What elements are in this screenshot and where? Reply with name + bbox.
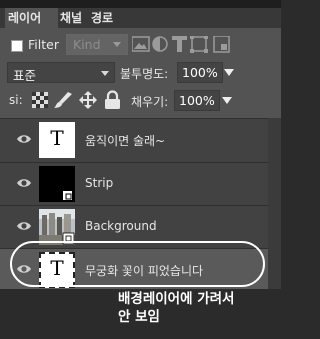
kind-dropdown[interactable]: Kind bbox=[66, 34, 128, 55]
blend-mode-value: 표준 bbox=[13, 68, 37, 83]
highlight-oval bbox=[10, 241, 265, 287]
layers-options-panel: Filter Kind 표준 불투명도: 100% si: 채우기: 100% bbox=[0, 28, 281, 118]
filter-icons bbox=[132, 36, 230, 53]
panel-tabs: 레이어 채널 경로 bbox=[0, 8, 281, 28]
panel-top-edge bbox=[0, 0, 281, 8]
lock-all-icon[interactable] bbox=[105, 90, 120, 110]
type-icon[interactable] bbox=[172, 36, 187, 52]
lock-transparent-icon[interactable] bbox=[32, 92, 48, 108]
tab-channels[interactable]: 채널 bbox=[60, 8, 92, 28]
shape-icon[interactable] bbox=[190, 36, 208, 53]
opacity-value: 100% bbox=[182, 65, 218, 80]
lock-label: si: bbox=[9, 93, 23, 107]
opacity-slider-toggle-icon[interactable] bbox=[224, 69, 234, 76]
opacity-input[interactable]: 100% bbox=[177, 62, 223, 83]
tab-paths[interactable]: 경로 bbox=[91, 8, 125, 28]
lock-paint-icon[interactable] bbox=[54, 92, 72, 108]
blend-mode-dropdown[interactable]: 표준 bbox=[7, 62, 115, 83]
chevron-down-icon bbox=[101, 71, 109, 76]
layers-list: T 움직이면 술래~ Strip Background T 무궁화 꽃이 피었습… bbox=[0, 118, 268, 290]
kind-value: Kind bbox=[73, 37, 101, 52]
annotation-line-2: 안 보임 bbox=[118, 309, 160, 325]
filter-checkbox[interactable] bbox=[11, 40, 23, 52]
opacity-label: 불투명도: bbox=[120, 67, 169, 81]
fill-label: 채우기: bbox=[131, 95, 169, 109]
smart-object-icon[interactable] bbox=[213, 36, 230, 53]
lock-move-icon[interactable] bbox=[79, 91, 97, 109]
lock-icons bbox=[32, 90, 120, 110]
adjustment-icon[interactable] bbox=[152, 36, 168, 52]
image-icon[interactable] bbox=[132, 36, 150, 52]
annotation-line-1: 배경레이어에 가려서 bbox=[118, 291, 235, 307]
fill-slider-toggle-icon[interactable] bbox=[222, 97, 232, 104]
filter-label: Filter bbox=[28, 37, 59, 52]
layers-scrollbar[interactable] bbox=[268, 118, 281, 289]
tab-layers[interactable]: 레이어 bbox=[5, 8, 58, 28]
annotation-text: 배경레이어에 가려서 안 보임 bbox=[118, 290, 258, 326]
chevron-down-icon bbox=[113, 42, 121, 47]
fill-input[interactable]: 100% bbox=[174, 90, 220, 111]
fill-value: 100% bbox=[179, 93, 215, 108]
